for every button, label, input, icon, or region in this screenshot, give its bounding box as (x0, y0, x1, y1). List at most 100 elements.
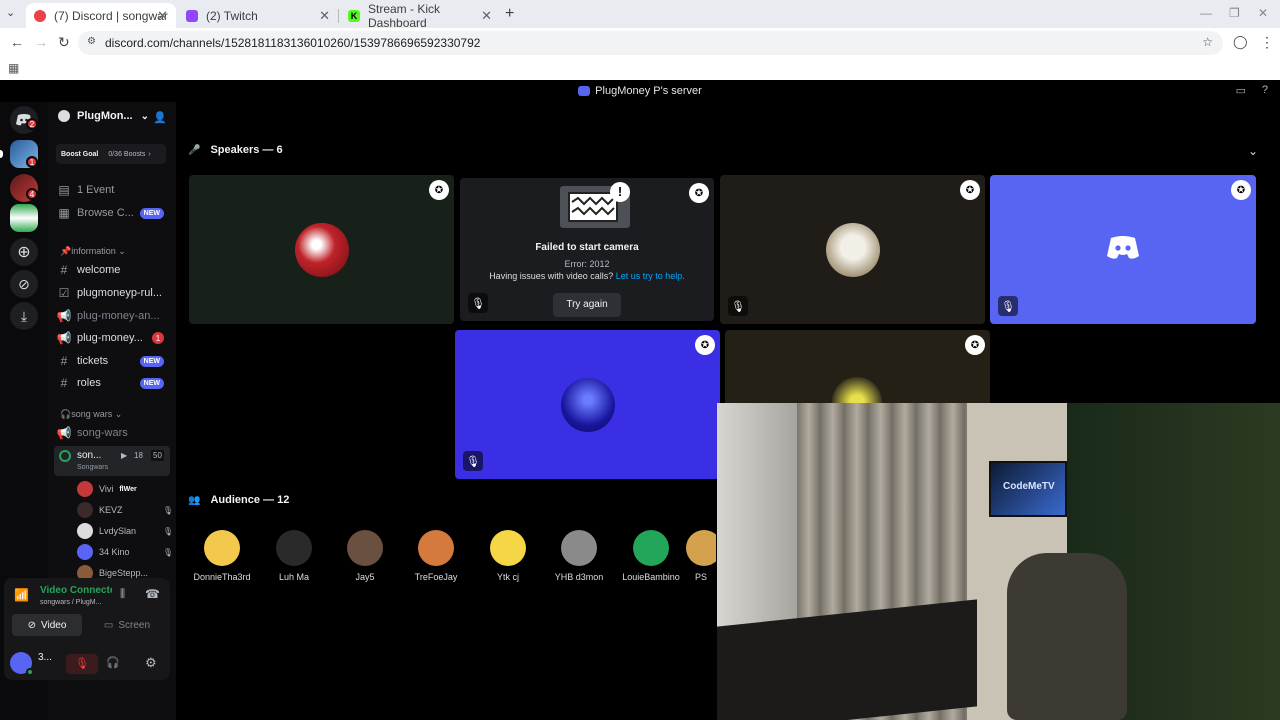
forward-icon[interactable]: → (34, 34, 48, 50)
channel-announcements[interactable]: 📢 plug-money-an... (56, 306, 172, 326)
deafen-icon[interactable]: 🎧 (106, 656, 120, 669)
poster-text: CodeMeTV (1003, 481, 1055, 492)
audience-member[interactable]: LouieBambino (616, 530, 686, 582)
menu-icon[interactable]: ⋮ (1260, 34, 1274, 51)
camera-error-illustration: ! (560, 182, 630, 228)
voice-channel-songwars[interactable]: son... Songwars ▶ 18 50 (54, 446, 170, 476)
speaker-tile[interactable]: ✪ 🎙 (455, 330, 720, 479)
speaker-tile[interactable]: ✪ 🎙 (990, 175, 1256, 324)
reload-icon[interactable]: ↻ (58, 34, 70, 51)
audience-member[interactable]: YHB d3mon (544, 530, 614, 582)
browse-channels-row[interactable]: ▦ Browse C... NEW (56, 203, 172, 223)
mute-mic-button[interactable]: 🎙 (66, 654, 98, 674)
voice-user[interactable]: KEVZ 🎙 (77, 501, 173, 519)
muted-mic-icon: 🎙 (463, 451, 483, 471)
category-song-wars[interactable]: 🎧song wars ⌄ (60, 409, 122, 420)
profile-icon[interactable]: ◯ (1233, 34, 1248, 50)
avatar (276, 530, 312, 566)
tab-discord[interactable]: (7) Discord | songwars | PlugMo ✕ (26, 3, 176, 28)
audience-header: 👥 Audience — 12 (188, 494, 289, 506)
audience-member[interactable]: Luh Ma (259, 530, 329, 582)
speaker-tile[interactable]: ✪ (189, 175, 454, 324)
connection-location[interactable]: songwars / PlugM... (40, 599, 101, 606)
server-name: PlugMon... (77, 110, 133, 122)
speaker-tile[interactable]: ✪ 🎙 (720, 175, 985, 324)
channel-song-wars[interactable]: 📢 song-wars (56, 423, 172, 443)
tab-title: Stream - Kick Dashboard (368, 1, 441, 30)
channel-tickets[interactable]: # tickets NEW (56, 351, 172, 371)
channel-name: plugmoneyp-rul... (77, 287, 162, 299)
site-info-icon[interactable]: ⚙ (87, 36, 96, 47)
screen-share-button[interactable]: ▭ Screen (92, 614, 162, 636)
server-badge-icon (58, 110, 70, 122)
collapse-chevron-icon[interactable]: ⌄ (1248, 144, 1258, 158)
noise-suppression-icon[interactable]: ⫼ (120, 588, 125, 601)
tab-title: (2) Twitch (206, 8, 258, 23)
channel-roles[interactable]: # roles NEW (56, 373, 172, 393)
server-header[interactable]: PlugMon... ⌄ (58, 110, 149, 122)
disconnect-icon[interactable]: ☎ (145, 587, 160, 601)
pin-icon: 📌 (60, 246, 72, 256)
muted-mic-icon: 🎙 (728, 296, 748, 316)
apps-grid-icon[interactable]: ▦ (8, 61, 19, 75)
voice-user[interactable]: LvdySlan 🎙 (77, 522, 173, 540)
download-icon[interactable]: ⤓ (10, 302, 38, 330)
audience-member[interactable]: Jay5 (330, 530, 400, 582)
inbox-icon[interactable]: ▭ (1236, 84, 1246, 97)
avatar (77, 481, 93, 497)
maximize-icon[interactable]: ❐ (1229, 6, 1240, 20)
tab-twitch[interactable]: (2) Twitch ✕ (178, 3, 339, 28)
audience-member[interactable]: DonnieTha3rd (187, 530, 257, 582)
video-label: Video (40, 619, 67, 631)
audience-member[interactable]: TreFoeJay (401, 530, 471, 582)
speaker-avatar (825, 222, 880, 277)
back-icon[interactable]: ← (10, 34, 24, 50)
video-button[interactable]: ⊘ Video (12, 614, 82, 636)
voice-user[interactable]: Vivi flWer (77, 480, 173, 498)
signal-icon[interactable]: 📶 (14, 588, 29, 602)
bookmark-star-icon[interactable]: ☆ (1202, 35, 1213, 49)
webcam-overlay: CodeMeTV (717, 403, 1280, 720)
browse-icon: ▦ (58, 206, 70, 220)
microphone-icon: 🎤 (188, 144, 201, 156)
audience-member[interactable]: Ytk cj (473, 530, 543, 582)
boost-goal-bar[interactable]: Boost Goal 0/36 Boosts › (56, 144, 166, 164)
invite-icon[interactable]: 👤 (153, 111, 167, 124)
screen-icon: ▭ (103, 619, 114, 631)
gamepad-icon (578, 86, 591, 96)
channel-plug-money[interactable]: 📢 plug-money... 1 (56, 328, 172, 348)
tab-kick[interactable]: K Stream - Kick Dashboard ✕ (340, 1, 500, 30)
help-icon[interactable]: ? (1262, 84, 1268, 96)
address-bar[interactable]: ⚙ discord.com/channels/15281811831360102… (78, 31, 1223, 55)
channel-welcome[interactable]: # welcome (56, 260, 172, 280)
voice-user[interactable]: 34 Kino 🎙 (77, 543, 173, 561)
avatar (418, 530, 454, 566)
tab-search-icon[interactable]: ⌄ (6, 6, 15, 19)
minimize-icon[interactable]: — (1200, 6, 1212, 20)
discord-title-bar: PlugMoney P's server ▭ ? (0, 80, 1280, 102)
user-panel: 3... 🎙 🎧 ⚙ (4, 646, 170, 682)
close-tab-icon[interactable]: ✕ (481, 8, 492, 24)
browser-toolbar: ← → ↻ ⚙ discord.com/channels/15281811831… (0, 28, 1280, 58)
stage-moderator-icon: ✪ (1231, 180, 1251, 200)
close-tab-icon[interactable]: ✕ (157, 8, 168, 24)
audience-member[interactable]: PS (686, 530, 716, 582)
try-again-button[interactable]: Try again (553, 293, 621, 317)
server-icon-3[interactable] (10, 204, 38, 232)
channel-rules[interactable]: ☑ plugmoneyp-rul... (56, 283, 172, 303)
close-tab-icon[interactable]: ✕ (319, 8, 330, 24)
hashtag-icon: # (60, 263, 68, 277)
discover-icon[interactable]: ⊘ (10, 270, 38, 298)
events-row[interactable]: ▤ 1 Event (56, 180, 172, 200)
add-server-icon[interactable]: ⊕ (10, 238, 38, 266)
stage-moderator-icon: ✪ (429, 180, 449, 200)
settings-gear-icon[interactable]: ⚙ (145, 655, 157, 671)
help-link[interactable]: Let us try to help. (616, 271, 685, 281)
new-tab-button[interactable]: + (505, 5, 514, 23)
window-close-icon[interactable]: ✕ (1258, 6, 1268, 20)
new-badge: NEW (139, 377, 164, 389)
category-information[interactable]: 📌information ⌄ (60, 246, 126, 257)
unread-badge: 2 (26, 118, 38, 130)
user-limit: 50 (151, 450, 164, 461)
camera-error-tile[interactable]: ! Failed to start camera Error: 2012 Hav… (460, 178, 714, 321)
